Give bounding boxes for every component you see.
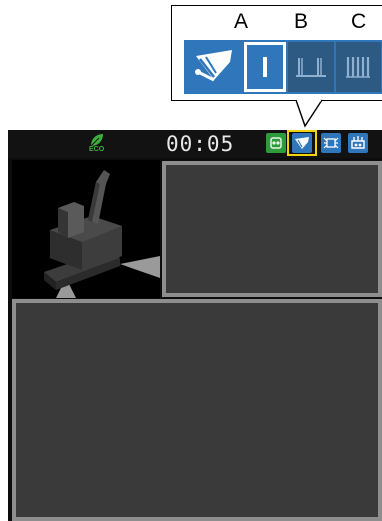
monitor-screen: ECO 00:05 — [8, 130, 382, 521]
wiper-selection-highlight — [287, 130, 317, 156]
wiper-mode-b-button[interactable] — [288, 42, 334, 92]
wiper-mode-continuous-icon — [247, 45, 283, 89]
engine-warning-icon — [266, 133, 286, 153]
wiper-mode-a-button[interactable] — [244, 42, 286, 92]
column-label-c: C — [351, 10, 367, 33]
excavator-image — [44, 170, 160, 298]
wiper-mode-off-icon — [346, 57, 370, 78]
wiper-mode-strip — [184, 40, 382, 94]
camera-view-panel — [12, 160, 160, 298]
wiper-mode-c-button[interactable] — [336, 42, 381, 92]
wiper-mode-callout: A B C — [171, 5, 382, 101]
column-label-a: A — [234, 10, 249, 33]
washer-fluid-icon — [348, 133, 368, 153]
info-panel-bottom — [12, 299, 382, 521]
status-bar: ECO 00:05 — [8, 130, 382, 158]
washer-icon — [321, 133, 341, 153]
info-panel-right — [162, 161, 382, 297]
eco-label: ECO — [89, 146, 105, 153]
wiper-mode-intermittent-icon — [296, 58, 326, 77]
wiper-icon — [186, 42, 242, 92]
clock-display: 00:05 — [166, 132, 235, 156]
column-label-b: B — [294, 10, 309, 33]
